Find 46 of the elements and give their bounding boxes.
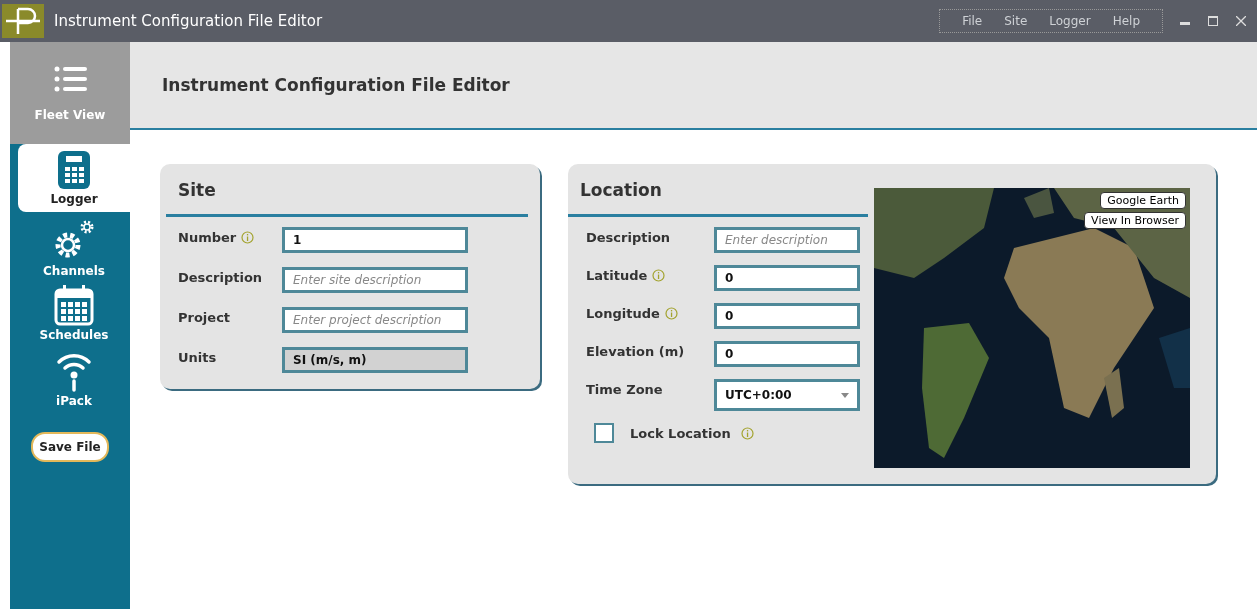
info-icon [664, 307, 678, 320]
field-label: Number [178, 230, 237, 245]
maximize-icon [1208, 16, 1218, 26]
checkbox[interactable] [594, 423, 614, 443]
sidebar-item[interactable]: Schedules [18, 280, 130, 344]
menu-item[interactable]: Logger [1049, 14, 1091, 28]
window-title: Instrument Configuration File Editor [54, 12, 323, 30]
card-title: Location [579, 179, 663, 202]
dropdown-arrow-icon [841, 392, 849, 398]
input-field[interactable]: 0 [714, 265, 860, 291]
input-field[interactable]: Enter site description [282, 267, 468, 293]
field-label: Elevation (m) [586, 344, 685, 359]
card-title: Site [177, 179, 217, 202]
input-field[interactable]: 0 [714, 303, 860, 329]
sidebar-item[interactable]: Channels [18, 214, 130, 280]
page-title: Instrument Configuration File Editor [162, 75, 510, 95]
close-icon [1236, 16, 1246, 26]
map-button[interactable]: Google Earth [1100, 192, 1186, 209]
field-label: Latitude [586, 268, 648, 283]
input-field[interactable]: Enter description [714, 227, 860, 253]
logo-icon [2, 4, 44, 38]
input-field[interactable]: 0 [714, 341, 860, 367]
units-field: SI (m/s, m) [282, 347, 468, 373]
field-label: Description [178, 270, 263, 285]
checkbox-label: Lock Location [630, 425, 731, 441]
time-zone-dropdown[interactable]: UTC+0:00 [714, 379, 860, 411]
field-label: Longitude [586, 306, 660, 321]
menu-item[interactable]: Site [1004, 14, 1028, 28]
list-icon [53, 64, 87, 94]
info-icon [652, 269, 666, 282]
input-field[interactable]: Enter project description [282, 307, 468, 333]
field-label: Time Zone [586, 382, 663, 397]
input-field[interactable]: 1 [282, 227, 468, 253]
menu-item[interactable]: Help [1112, 14, 1140, 28]
info-icon [740, 426, 754, 440]
sidebar-item[interactable]: iPack [18, 344, 130, 410]
map-button[interactable]: View In Browser [1084, 212, 1186, 229]
menu-item[interactable]: File [962, 14, 983, 28]
save-file-button[interactable]: Save File [31, 432, 109, 462]
calendar-icon [54, 284, 94, 326]
field-label: Description [586, 230, 671, 245]
field-label: Project [178, 310, 231, 325]
info-icon [241, 231, 255, 244]
field-label: Units [178, 350, 217, 365]
logger-icon [57, 150, 91, 190]
sidebar-item[interactable]: Logger [18, 144, 130, 212]
